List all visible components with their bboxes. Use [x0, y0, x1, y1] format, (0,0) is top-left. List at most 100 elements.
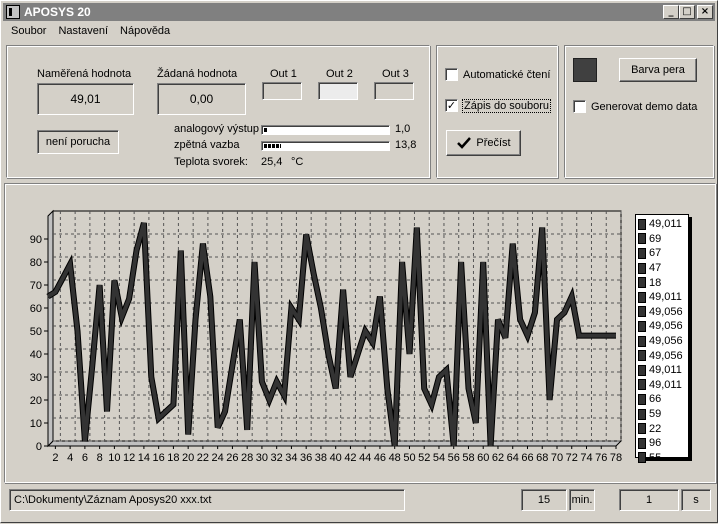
out2-label: Out 2	[326, 68, 353, 80]
read-button-label: Přečíst	[476, 137, 511, 149]
sample-unit: s	[681, 489, 711, 511]
app-window: APOSYS 20 _ □ × Soubor Nastavení Nápověd…	[0, 0, 718, 523]
feedback-fill	[264, 144, 282, 148]
measured-label: Naměřená hodnota	[37, 68, 132, 80]
legend-label: 66	[649, 393, 662, 406]
legend-label: 49,011	[649, 218, 682, 231]
menu-napoveda[interactable]: Nápověda	[114, 23, 176, 41]
legend-swatch	[638, 408, 646, 420]
demo-data-box[interactable]	[573, 100, 586, 113]
legend-swatch	[638, 423, 646, 435]
auto-read-label: Automatické čtení	[463, 68, 551, 81]
fault-status-display: není porucha	[37, 130, 119, 154]
legend-swatch	[638, 364, 646, 376]
legend-label: 49,056	[649, 305, 683, 318]
out3-indicator	[374, 82, 414, 100]
legend-label: 18	[649, 276, 662, 289]
legend-item: 66	[638, 392, 686, 407]
legend-item: 49,011	[638, 363, 686, 378]
legend-item: 18	[638, 275, 686, 290]
legend-item: 49,011	[638, 217, 686, 232]
read-button[interactable]: Přečíst	[446, 130, 521, 156]
legend-label: 49,011	[649, 364, 682, 377]
control-panel: Automatické čtení ✓ Zápis do souboru Pře…	[436, 45, 558, 178]
legend-label: 49,056	[649, 320, 683, 333]
pen-panel: Barva pera Generovat demo data	[564, 45, 714, 178]
legend-swatch	[638, 262, 646, 274]
write-file-box[interactable]: ✓	[445, 99, 458, 112]
app-icon[interactable]	[6, 5, 20, 19]
legend-swatch	[638, 335, 646, 347]
legend-swatch	[638, 306, 646, 318]
maximize-button[interactable]: □	[679, 5, 695, 19]
demo-data-label: Generovat demo data	[591, 100, 698, 113]
analog-output-label: analogový výstup	[174, 123, 259, 135]
legend-swatch	[638, 233, 646, 245]
analog-output-fill	[264, 128, 267, 132]
interval-value: 15	[521, 489, 567, 511]
target-label: Žádaná hodnota	[157, 68, 238, 80]
legend-item: 49,011	[638, 290, 686, 305]
write-file-checkbox[interactable]: ✓ Zápis do souboru	[445, 98, 551, 113]
pen-color-button[interactable]: Barva pera	[619, 58, 697, 82]
out1-indicator	[262, 82, 302, 100]
menu-soubor[interactable]: Soubor	[5, 23, 52, 41]
legend-label: 69	[649, 232, 662, 245]
out2-indicator	[318, 82, 358, 100]
window-title: APOSYS 20	[24, 5, 91, 19]
legend-item: 69	[638, 232, 686, 247]
legend-swatch	[638, 393, 646, 405]
legend-label: 49,011	[649, 378, 682, 391]
legend-swatch	[638, 277, 646, 289]
legend-item: 96	[638, 436, 686, 451]
feedback-bar	[261, 141, 390, 151]
feedback-value: 13,8	[395, 139, 417, 151]
analog-output-bar	[261, 125, 390, 135]
auto-read-checkbox[interactable]: Automatické čtení	[445, 68, 550, 81]
legend-swatch	[638, 379, 646, 391]
legend-item: 67	[638, 246, 686, 261]
target-value-display: 0,00	[157, 83, 246, 115]
demo-data-checkbox[interactable]: Generovat demo data	[573, 100, 697, 113]
analog-output-value: 1,0	[395, 123, 411, 135]
checkmark-icon	[457, 137, 472, 149]
legend-item: 59	[638, 407, 686, 422]
legend-label: 47	[649, 262, 662, 275]
close-button[interactable]: ×	[697, 5, 713, 19]
legend-swatch	[638, 291, 646, 303]
legend-label: 67	[649, 247, 662, 260]
chart-legend: 49,011 69 67 47 18 49,011 49,056 49,056 49,056 49…	[635, 214, 689, 464]
legend-label: 49,056	[649, 335, 683, 348]
out1-label: Out 1	[270, 68, 297, 80]
title-bar[interactable]: APOSYS 20 _ □ ×	[3, 3, 715, 21]
legend-label: 49,011	[649, 291, 682, 304]
legend-item: 47	[638, 261, 686, 276]
legend-item: 55	[638, 451, 686, 466]
sample-value: 1	[619, 489, 679, 511]
legend-label: 96	[649, 437, 662, 450]
legend-item: 49,056	[638, 319, 686, 334]
chart-panel	[4, 183, 716, 483]
legend-label: 22	[649, 422, 662, 435]
measurement-panel: Naměřená hodnota 49,01 Žádaná hodnota 0,…	[6, 45, 430, 178]
legend-swatch	[638, 218, 646, 230]
legend-swatch	[638, 350, 646, 362]
menu-nastaveni[interactable]: Nastavení	[52, 23, 114, 41]
temp-unit: °C	[291, 156, 304, 168]
legend-label: 55	[649, 451, 662, 464]
legend-item: 49,011	[638, 378, 686, 393]
legend-item: 49,056	[638, 348, 686, 363]
legend-item: 49,056	[638, 334, 686, 349]
legend-swatch	[638, 452, 646, 464]
legend-label: 59	[649, 408, 662, 421]
menu-bar: Soubor Nastavení Nápověda	[5, 23, 176, 41]
minimize-button[interactable]: _	[663, 5, 679, 19]
feedback-label: zpětná vazba	[174, 139, 240, 151]
auto-read-box[interactable]	[445, 68, 458, 81]
legend-item: 49,056	[638, 305, 686, 320]
temp-value: 25,4	[261, 156, 283, 168]
measured-value-display: 49,01	[37, 83, 134, 115]
interval-unit: min.	[569, 489, 595, 511]
legend-swatch	[638, 320, 646, 332]
legend-swatch	[638, 247, 646, 259]
